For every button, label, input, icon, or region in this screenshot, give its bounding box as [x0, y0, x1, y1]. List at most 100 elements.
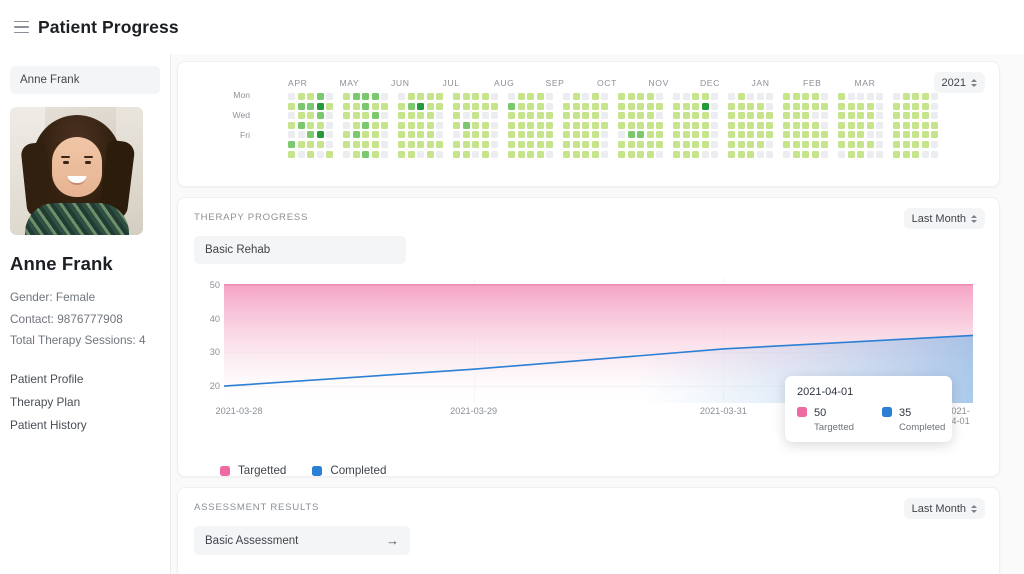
heatmap-cell[interactable]: [692, 102, 699, 110]
heatmap-cell[interactable]: [472, 102, 479, 110]
heatmap-cell[interactable]: [838, 121, 845, 129]
heatmap-cell[interactable]: [618, 102, 625, 110]
heatmap-cell[interactable]: [398, 93, 405, 100]
heatmap-cell[interactable]: [297, 140, 305, 148]
heatmap-cell[interactable]: [637, 131, 644, 139]
heatmap-cell[interactable]: [747, 121, 754, 129]
heatmap-cell[interactable]: [381, 131, 388, 139]
heatmap-cell[interactable]: [921, 121, 929, 129]
heatmap-cell[interactable]: [326, 131, 333, 139]
heatmap-cell[interactable]: [601, 102, 608, 110]
heatmap-cell[interactable]: [288, 131, 295, 139]
heatmap-cell[interactable]: [398, 121, 405, 129]
heatmap-cell[interactable]: [316, 140, 324, 148]
heatmap-cell[interactable]: [792, 93, 800, 100]
heatmap-cell[interactable]: [893, 102, 900, 110]
heatmap-cell[interactable]: [656, 121, 663, 129]
heatmap-cell[interactable]: [371, 140, 379, 148]
heatmap-cell[interactable]: [646, 150, 654, 158]
heatmap-cell[interactable]: [857, 121, 864, 129]
heatmap-cell[interactable]: [381, 93, 388, 100]
heatmap-cell[interactable]: [701, 121, 709, 129]
heatmap-cell[interactable]: [436, 121, 443, 129]
heatmap-cell[interactable]: [517, 102, 525, 110]
hamburger-menu-icon[interactable]: [8, 14, 34, 40]
heatmap-cell[interactable]: [582, 131, 589, 139]
heatmap-cell[interactable]: [756, 131, 764, 139]
heatmap-cell[interactable]: [783, 150, 790, 158]
heatmap-cell[interactable]: [682, 112, 690, 120]
heatmap-cell[interactable]: [436, 93, 443, 100]
heatmap-cell[interactable]: [766, 102, 773, 110]
heatmap-cell[interactable]: [472, 112, 479, 120]
heatmap-cell[interactable]: [821, 150, 828, 158]
heatmap-cell[interactable]: [307, 112, 314, 120]
heatmap-cell[interactable]: [536, 102, 544, 110]
heatmap-cell[interactable]: [343, 93, 350, 100]
heatmap-cell[interactable]: [876, 93, 883, 100]
heatmap-cell[interactable]: [728, 131, 735, 139]
heatmap-cell[interactable]: [371, 150, 379, 158]
heatmap-cell[interactable]: [491, 140, 498, 148]
heatmap-cell[interactable]: [481, 102, 489, 110]
heatmap-cell[interactable]: [343, 102, 350, 110]
heatmap-cell[interactable]: [902, 131, 910, 139]
heatmap-cell[interactable]: [893, 93, 900, 100]
heatmap-cell[interactable]: [902, 112, 910, 120]
heatmap-cell[interactable]: [783, 131, 790, 139]
heatmap-cell[interactable]: [783, 93, 790, 100]
heatmap-cell[interactable]: [866, 93, 874, 100]
heatmap-cell[interactable]: [931, 140, 938, 148]
heatmap-cell[interactable]: [453, 102, 460, 110]
heatmap-cell[interactable]: [802, 131, 809, 139]
heatmap-cell[interactable]: [371, 131, 379, 139]
heatmap-cell[interactable]: [692, 131, 699, 139]
heatmap-cell[interactable]: [783, 112, 790, 120]
heatmap-cell[interactable]: [508, 140, 515, 148]
heatmap-cell[interactable]: [536, 131, 544, 139]
heatmap-cell[interactable]: [701, 102, 709, 110]
heatmap-cell[interactable]: [582, 102, 589, 110]
heatmap-cell[interactable]: [838, 131, 845, 139]
heatmap-cell[interactable]: [711, 102, 718, 110]
heatmap-cell[interactable]: [436, 102, 443, 110]
heatmap-cell[interactable]: [921, 93, 929, 100]
heatmap-cell[interactable]: [627, 140, 635, 148]
heatmap-cell[interactable]: [362, 93, 369, 100]
heatmap-cell[interactable]: [398, 150, 405, 158]
heatmap-cell[interactable]: [931, 112, 938, 120]
heatmap-cell[interactable]: [646, 112, 654, 120]
heatmap-cell[interactable]: [307, 140, 314, 148]
heatmap-cell[interactable]: [436, 140, 443, 148]
heatmap-cell[interactable]: [792, 131, 800, 139]
heatmap-cell[interactable]: [902, 121, 910, 129]
heatmap-cell[interactable]: [692, 140, 699, 148]
heatmap-cell[interactable]: [316, 112, 324, 120]
heatmap-cell[interactable]: [601, 121, 608, 129]
heatmap-cell[interactable]: [737, 112, 745, 120]
heatmap-cell[interactable]: [646, 131, 654, 139]
heatmap-cell[interactable]: [673, 140, 680, 148]
heatmap-cell[interactable]: [637, 150, 644, 158]
heatmap-cell[interactable]: [912, 102, 919, 110]
heatmap-cell[interactable]: [491, 102, 498, 110]
heatmap-cell[interactable]: [766, 131, 773, 139]
heatmap-cell[interactable]: [682, 150, 690, 158]
heatmap-cell[interactable]: [756, 93, 764, 100]
heatmap-cell[interactable]: [371, 121, 379, 129]
heatmap-cell[interactable]: [417, 121, 424, 129]
legend-item-completed[interactable]: Completed: [312, 464, 386, 477]
heatmap-cell[interactable]: [766, 140, 773, 148]
heatmap-cell[interactable]: [453, 140, 460, 148]
heatmap-cell[interactable]: [656, 112, 663, 120]
heatmap-cell[interactable]: [601, 131, 608, 139]
heatmap-cell[interactable]: [646, 102, 654, 110]
heatmap-cell[interactable]: [637, 93, 644, 100]
heatmap-cell[interactable]: [857, 93, 864, 100]
heatmap-cell[interactable]: [453, 150, 460, 158]
heatmap-cell[interactable]: [866, 121, 874, 129]
heatmap-cell[interactable]: [582, 140, 589, 148]
heatmap-cell[interactable]: [766, 121, 773, 129]
heatmap-cell[interactable]: [627, 121, 635, 129]
heatmap-cell[interactable]: [343, 140, 350, 148]
